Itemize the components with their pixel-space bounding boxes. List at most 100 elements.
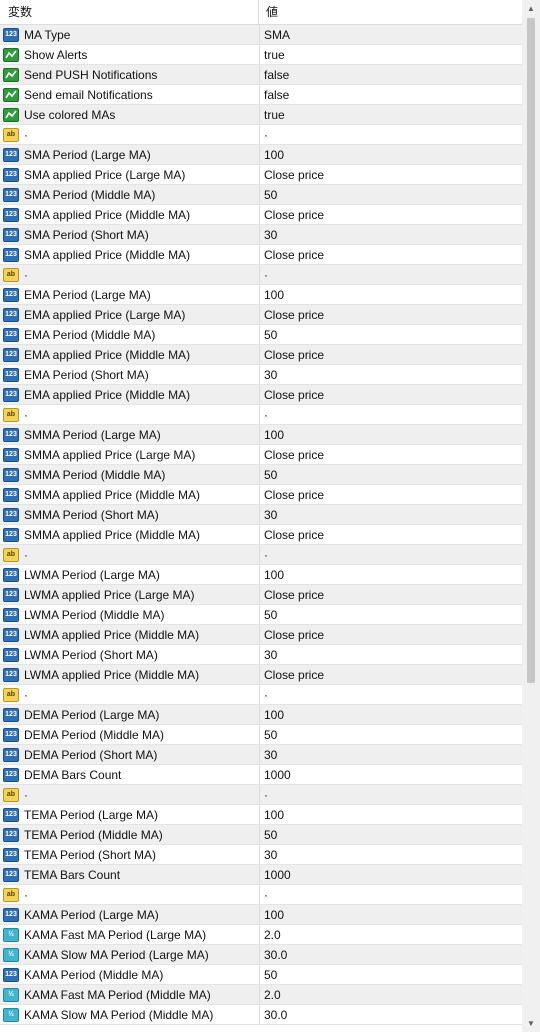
param-value[interactable]: 30.0 [260,945,287,965]
param-value[interactable]: 50 [260,185,277,205]
param-value[interactable]: · [260,125,268,145]
scroll-down-arrow-icon[interactable]: ▼ [522,1015,540,1032]
scroll-up-arrow-icon[interactable]: ▲ [522,0,540,17]
param-value[interactable]: 100 [260,145,284,165]
param-value[interactable]: 30 [260,365,277,385]
param-value[interactable]: SMA [260,25,290,45]
column-header-value[interactable]: 値 [259,0,522,24]
param-value[interactable]: Close price [260,385,324,405]
param-value[interactable]: 30.0 [260,1005,287,1025]
param-row[interactable]: 123 DEMA Period (Middle MA) 50 [0,725,522,745]
param-row[interactable]: 123 LWMA Period (Large MA) 100 [0,565,522,585]
param-value[interactable]: · [260,405,268,425]
param-value[interactable]: 50 [260,605,277,625]
param-value[interactable]: 50 [260,725,277,745]
param-value[interactable]: 2.0 [260,925,281,945]
param-row[interactable]: ½ KAMA Slow MA Period (Large MA) 30.0 [0,945,522,965]
column-header-variable[interactable]: 変数 [0,0,259,24]
param-row[interactable]: ab · · [0,685,522,705]
param-value[interactable]: 100 [260,285,284,305]
param-value[interactable]: Close price [260,345,324,365]
param-row[interactable]: 123 DEMA Period (Large MA) 100 [0,705,522,725]
param-row[interactable]: ab · · [0,785,522,805]
param-row[interactable]: 123 LWMA Period (Middle MA) 50 [0,605,522,625]
param-value[interactable]: 100 [260,805,284,825]
param-value[interactable]: Close price [260,625,324,645]
param-value[interactable]: 100 [260,425,284,445]
param-row[interactable]: ½ KAMA Slow MA Period (Middle MA) 30.0 [0,1005,522,1025]
param-value[interactable]: · [260,545,268,565]
param-value[interactable]: 1000 [260,765,291,785]
param-row[interactable]: 123 DEMA Period (Short MA) 30 [0,745,522,765]
param-row[interactable]: ab · · [0,125,522,145]
param-value[interactable]: Close price [260,665,324,685]
param-row[interactable]: 123 SMMA Period (Short MA) 30 [0,505,522,525]
param-row[interactable]: 123 TEMA Bars Count 1000 [0,865,522,885]
param-row[interactable]: ½ KAMA Fast MA Period (Middle MA) 2.0 [0,985,522,1005]
param-row[interactable]: 123 SMA applied Price (Middle MA) Close pr… [0,245,522,265]
param-row[interactable]: 123 SMA Period (Short MA) 30 [0,225,522,245]
param-value[interactable]: Close price [260,245,324,265]
param-row[interactable]: Send PUSH Notifications false [0,65,522,85]
param-value[interactable]: true [260,45,285,65]
param-row[interactable]: 123 SMMA Period (Large MA) 100 [0,425,522,445]
param-row[interactable]: 123 SMMA applied Price (Large MA) Close pr… [0,445,522,465]
param-value[interactable]: 30 [260,645,277,665]
param-value[interactable]: Close price [260,445,324,465]
param-row[interactable]: 123 DEMA Bars Count 1000 [0,765,522,785]
param-value[interactable]: 1000 [260,865,291,885]
param-row[interactable]: ab · · [0,885,522,905]
param-row[interactable]: ½ KAMA Fast MA Period (Large MA) 2.0 [0,925,522,945]
scroll-thumb[interactable] [527,18,535,683]
param-row[interactable]: 123 SMA Period (Middle MA) 50 [0,185,522,205]
param-value[interactable]: 50 [260,465,277,485]
param-value[interactable]: 30 [260,845,277,865]
vertical-scrollbar[interactable]: ▲ ▼ [522,0,540,1032]
param-row[interactable]: 123 SMA Period (Large MA) 100 [0,145,522,165]
param-value[interactable]: Close price [260,305,324,325]
param-value[interactable]: 100 [260,705,284,725]
param-value[interactable]: false [260,85,289,105]
param-row[interactable]: 123 TEMA Period (Short MA) 30 [0,845,522,865]
param-value[interactable]: 30 [260,505,277,525]
param-row[interactable]: 123 EMA applied Price (Large MA) Close pri… [0,305,522,325]
param-row[interactable]: 123 EMA applied Price (Middle MA) Close pr… [0,345,522,365]
param-value[interactable]: · [260,885,268,905]
param-value[interactable]: 100 [260,565,284,585]
param-row[interactable]: 123 KAMA Period (Large MA) 100 [0,905,522,925]
param-row[interactable]: 123 TEMA Period (Large MA) 100 [0,805,522,825]
param-value[interactable]: Close price [260,485,324,505]
param-value[interactable]: Close price [260,525,324,545]
param-value[interactable]: 50 [260,965,277,985]
param-row[interactable]: Send email Notifications false [0,85,522,105]
param-row[interactable]: 123 EMA applied Price (Middle MA) Close pr… [0,385,522,405]
param-row[interactable]: 123 SMA applied Price (Large MA) Close pri… [0,165,522,185]
param-value[interactable]: false [260,65,289,85]
param-value[interactable]: Close price [260,205,324,225]
param-value[interactable]: · [260,685,268,705]
param-value[interactable]: Close price [260,165,324,185]
param-value[interactable]: 50 [260,825,277,845]
param-value[interactable]: 2.0 [260,985,281,1005]
param-row[interactable]: ab · · [0,405,522,425]
param-row[interactable]: 123 MA Type SMA [0,25,522,45]
param-row[interactable]: ab · · [0,545,522,565]
param-row[interactable]: 123 SMMA applied Price (Middle MA) Close p… [0,525,522,545]
param-row[interactable]: 123 KAMA Period (Middle MA) 50 [0,965,522,985]
param-row[interactable]: 123 SMMA applied Price (Middle MA) Close p… [0,485,522,505]
param-value[interactable]: 50 [260,325,277,345]
param-value[interactable]: Close price [260,585,324,605]
param-row[interactable]: ab · · [0,265,522,285]
param-row[interactable]: Show Alerts true [0,45,522,65]
param-row[interactable]: 123 LWMA Period (Short MA) 30 [0,645,522,665]
param-value[interactable]: true [260,105,285,125]
param-row[interactable]: 123 SMMA Period (Middle MA) 50 [0,465,522,485]
param-row[interactable]: Use colored MAs true [0,105,522,125]
param-value[interactable]: 30 [260,745,277,765]
param-row[interactable]: 123 EMA Period (Middle MA) 50 [0,325,522,345]
param-row[interactable]: 123 TEMA Period (Middle MA) 50 [0,825,522,845]
param-row[interactable]: 123 LWMA applied Price (Large MA) Close pr… [0,585,522,605]
param-value[interactable]: · [260,785,268,805]
param-value[interactable]: 30 [260,225,277,245]
param-row[interactable]: 123 LWMA applied Price (Middle MA) Close p… [0,625,522,645]
